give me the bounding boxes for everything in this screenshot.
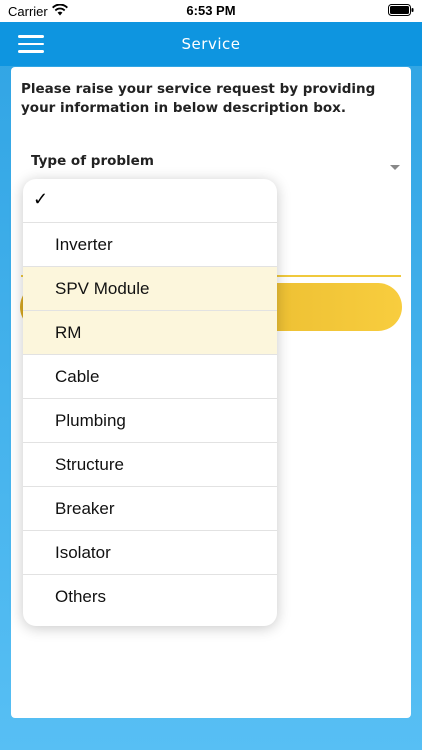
problem-type-dropdown-menu: ✓ Inverter SPV Module RM Cable Plumbing … <box>23 179 277 626</box>
option-label: Isolator <box>55 543 111 562</box>
status-bar: Carrier 6:53 PM <box>0 0 422 22</box>
checkmark-icon: ✓ <box>33 189 49 209</box>
battery-icon <box>388 4 414 16</box>
dropdown-option[interactable]: Breaker <box>23 487 277 531</box>
option-label: Plumbing <box>55 411 126 430</box>
option-label: Cable <box>55 367 100 386</box>
dropdown-option[interactable]: RM <box>23 311 277 355</box>
status-time: 6:53 PM <box>186 3 236 18</box>
dropdown-option[interactable]: Cable <box>23 355 277 399</box>
option-label: Others <box>55 587 107 606</box>
dropdown-option[interactable]: Inverter <box>23 223 277 267</box>
dropdown-arrow-icon[interactable] <box>390 165 400 170</box>
problem-type-label: Type of problem <box>31 153 154 169</box>
page-title: Service <box>181 35 241 53</box>
dropdown-option-empty[interactable]: ✓ <box>23 179 277 223</box>
option-label: RM <box>55 323 82 342</box>
dropdown-option[interactable]: Plumbing <box>23 399 277 443</box>
option-label: Breaker <box>55 499 115 518</box>
dropdown-option[interactable]: SPV Module <box>23 267 277 311</box>
option-label: Structure <box>55 455 124 474</box>
dropdown-option[interactable]: Others <box>23 575 277 619</box>
intro-text: Please raise your service request by pro… <box>21 81 376 116</box>
dropdown-option[interactable]: Isolator <box>23 531 277 575</box>
app-bar: Service <box>0 22 422 66</box>
option-label: SPV Module <box>55 279 150 298</box>
option-label: Inverter <box>55 235 113 254</box>
dropdown-option[interactable]: Structure <box>23 443 277 487</box>
